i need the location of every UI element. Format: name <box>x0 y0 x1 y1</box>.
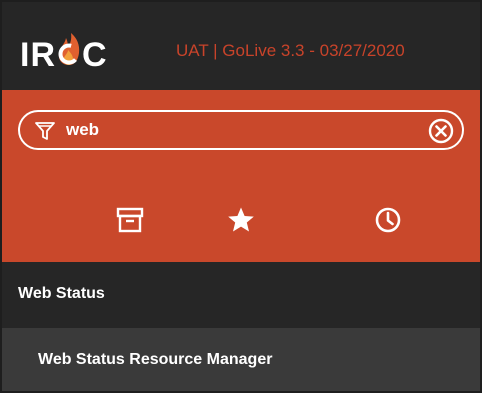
search-input[interactable] <box>66 117 406 143</box>
tab-archive[interactable] <box>110 204 150 236</box>
search-bar <box>2 90 480 178</box>
logo-text-right: C <box>82 36 108 74</box>
navigation-panel: IR C UAT | GoLive 3.3 - 03/27/2020 web W… <box>0 0 482 393</box>
logo-text-left: IR <box>20 36 56 74</box>
flame-icon <box>58 33 80 65</box>
result-section-web-status[interactable]: Web Status <box>2 262 480 328</box>
filter-icon <box>35 122 55 140</box>
result-item-web-status-resource-manager[interactable]: Web Status Resource Manager <box>2 328 480 391</box>
result-item-label: Web Status Resource Manager <box>38 351 273 368</box>
tab-recent[interactable] <box>368 204 408 236</box>
app-header: IR C UAT | GoLive 3.3 - 03/27/2020 <box>2 2 480 90</box>
environment-label: UAT | GoLive 3.3 - 03/27/2020 <box>176 41 405 60</box>
star-icon <box>228 207 254 232</box>
tab-favorites[interactable] <box>221 204 261 236</box>
clock-icon <box>375 207 401 233</box>
search-field[interactable] <box>18 110 464 150</box>
iroc-logo[interactable]: IR C <box>20 32 108 76</box>
archive-box-icon <box>116 207 144 233</box>
filter-tabs <box>2 178 480 262</box>
close-circle-icon[interactable] <box>428 118 454 144</box>
section-label: Web Status <box>18 285 105 302</box>
